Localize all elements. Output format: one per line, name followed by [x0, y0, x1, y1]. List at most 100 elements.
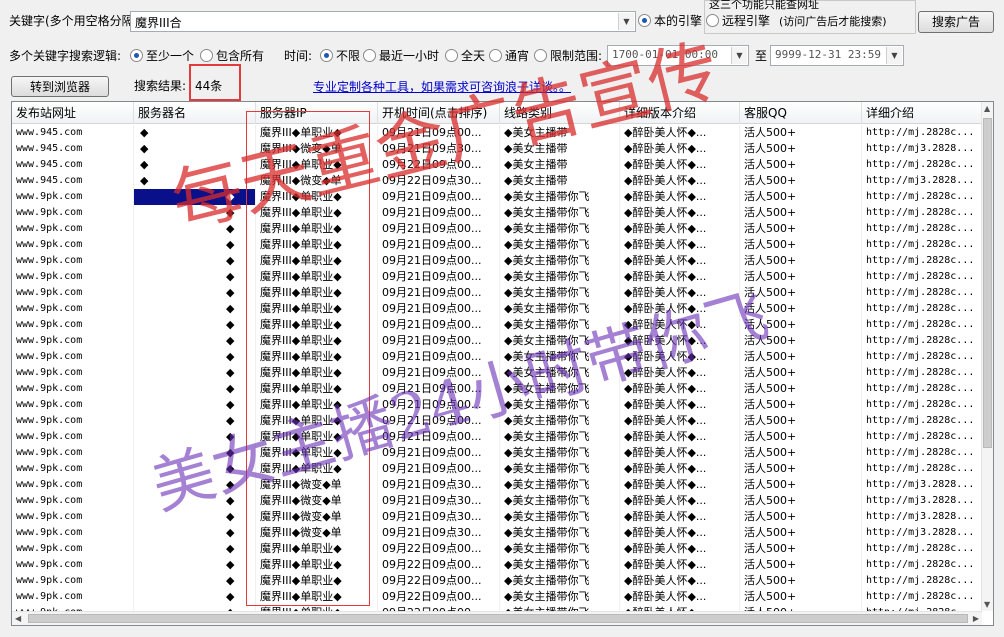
cell-line-type: ◆美女主播带你飞 [500, 349, 620, 365]
cell-detail-url: http://mj3.2828... [862, 477, 982, 493]
date-to-picker[interactable]: 9999-12-31 23:59 ▼ [770, 45, 904, 66]
col-site-url-header[interactable]: 发布站网址 [12, 102, 134, 124]
table-row[interactable]: www.9pk.com ◆ 魔界III◆微变◆单 09月21日09点30... ◆美女主… [12, 509, 982, 525]
logic-all-radio[interactable]: 包含所有 [200, 48, 264, 64]
date-from-value[interactable]: 1700-01-01 00:00 [612, 48, 718, 61]
cell-start-time: 09月21日09点30... [378, 525, 500, 541]
table-row[interactable]: www.9pk.com ◆ 魔界III◆单职业◆ 09月21日09点00... ◆美女主… [12, 381, 982, 397]
table-row[interactable]: www.9pk.com ◆ 魔界III◆单职业◆ 09月21日09点00... ◆美女主… [12, 301, 982, 317]
cell-server-name: ◆ [134, 381, 256, 397]
table-row[interactable]: www.9pk.com ◆ 魔界III◆单职业◆ 09月21日09点00... ◆美女主… [12, 397, 982, 413]
table-row[interactable]: www.9pk.com ◆ 魔界III◆单职业◆ 09月21日09点00... ◆美女主… [12, 445, 982, 461]
date-to-value[interactable]: 9999-12-31 23:59 [775, 48, 881, 61]
table-row[interactable]: www.9pk.com ◆ 魔界III◆微变◆单 09月21日09点30... ◆美女主… [12, 477, 982, 493]
radio-icon [638, 14, 651, 27]
cell-server-name: ◆ [134, 253, 256, 269]
scroll-left-icon[interactable]: ◀ [15, 614, 21, 623]
table-row[interactable]: www.945.com ◆ 魔界III◆单职业◆ 09月21日09点00... ◆美女主… [12, 125, 982, 141]
table-row[interactable]: www.9pk.com ◆ 魔界III◆单职业◆ 09月21日09点00... ◆美女主… [12, 189, 982, 205]
table-row[interactable]: www.9pk.com◆魔界III◆单职业◆09月22日09点00...◆美女主… [12, 557, 982, 573]
table-row[interactable]: www.9pk.com ◆ 魔界III◆单职业◆ 09月21日09点00... ◆美女主… [12, 205, 982, 221]
time-hour-radio[interactable]: 最近一小时 [363, 48, 439, 64]
cell-detail-url: http://mj.2828c... [862, 381, 982, 397]
time-range-radio[interactable]: 限制范围: [534, 48, 602, 64]
logic-any-radio[interactable]: 至少一个 [130, 48, 194, 64]
cell-site-url: www.9pk.com [12, 557, 134, 573]
cell-server-name: ◆ [134, 429, 256, 445]
cell-detail-url: http://mj.2828c... [862, 445, 982, 461]
table-row[interactable]: www.945.com ◆ 魔界III◆微变◆单 09月21日09点30... ◆美女主… [12, 141, 982, 157]
table-row[interactable]: www.9pk.com ◆ 魔界III◆微变◆单 09月21日09点30... ◆美女主… [12, 525, 982, 541]
vertical-scrollbar[interactable]: ▲ ▼ [981, 102, 993, 611]
calendar-dropdown-icon[interactable]: ▼ [731, 47, 747, 64]
keyword-combo[interactable]: 魔界III合 ▼ [130, 11, 636, 32]
cell-qq: 活人500+ [740, 189, 862, 205]
table-row[interactable]: www.9pk.com ◆ 魔界III◆单职业◆ 09月21日09点00... ◆美女主… [12, 461, 982, 477]
cell-qq: 活人500+ [740, 429, 862, 445]
table-row[interactable]: www.9pk.com ◆ 魔界III◆单职业◆ 09月21日09点00... ◆美女主… [12, 333, 982, 349]
cell-site-url: www.9pk.com [12, 541, 134, 557]
table-row[interactable]: www.945.com ◆ 魔界III◆微变◆单 09月22日09点30... ◆美女主… [12, 173, 982, 189]
search-ads-button[interactable]: 搜索广告 [918, 11, 994, 33]
table-row[interactable]: www.9pk.com ◆ 魔界III◆微变◆单 09月21日09点30... ◆美女主… [12, 493, 982, 509]
col-version-header[interactable]: 详细版本介绍 [620, 102, 740, 124]
col-line-type-header[interactable]: 线路类别 [500, 102, 620, 124]
keyword-value[interactable]: 魔界III合 [135, 14, 182, 31]
scroll-down-icon[interactable]: ▼ [984, 600, 990, 609]
date-from-picker[interactable]: 1700-01-01 00:00 ▼ [607, 45, 749, 66]
go-to-browser-button[interactable]: 转到浏览器 [11, 76, 109, 97]
cell-version: ◆醉卧美人怀◆... [620, 445, 740, 461]
cell-qq: 活人500+ [740, 493, 862, 509]
time-overnight-radio[interactable]: 通宵 [489, 48, 529, 64]
cell-qq: 活人500+ [740, 365, 862, 381]
table-row[interactable]: www.9pk.com ◆ 魔界III◆单职业◆ 09月21日09点00... ◆美女主… [12, 317, 982, 333]
table-row[interactable]: www.9pk.com ◆ 魔界III◆单职业◆ 09月21日09点00... ◆美女主… [12, 221, 982, 237]
table-row[interactable]: www.9pk.com ◆ 魔界III◆单职业◆ 09月21日09点00... ◆美女主… [12, 237, 982, 253]
table-row[interactable]: www.9pk.com ◆ 魔界III◆单职业◆ 09月21日09点00... ◆美女主… [12, 269, 982, 285]
engine-local-radio[interactable]: 本的引擎 [638, 13, 702, 29]
table-row[interactable]: www.9pk.com◆魔界III◆单职业◆09月22日09点00...◆美女主… [12, 541, 982, 557]
col-server-name-header[interactable]: 服务器名 [134, 102, 256, 124]
table-row[interactable]: www.9pk.com ◆ 魔界III◆单职业◆ 09月21日09点00... ◆美女主… [12, 413, 982, 429]
horizontal-scrollbar[interactable]: ◀ ▶ [12, 611, 982, 625]
cell-site-url: www.9pk.com [12, 493, 134, 509]
cell-site-url: www.9pk.com [12, 365, 134, 381]
chevron-down-icon[interactable]: ▼ [618, 13, 634, 30]
table-row[interactable]: www.9pk.com ◆ 魔界III◆单职业◆ 09月21日09点00... ◆美女主… [12, 429, 982, 445]
time-day-radio[interactable]: 全天 [445, 48, 485, 64]
keyword-label: 关键字(多个用空格分隔) [9, 14, 139, 28]
calendar-dropdown-icon[interactable]: ▼ [886, 47, 902, 64]
col-qq-header[interactable]: 客服QQ [740, 102, 862, 124]
cell-server-name: ◆ [134, 157, 256, 173]
cell-server-name: ◆ [134, 269, 256, 285]
cell-detail-url: http://mj.2828c... [862, 301, 982, 317]
cell-line-type: ◆美女主播带你飞 [500, 317, 620, 333]
table-row[interactable]: www.945.com ◆ 魔界III◆单职业◆ 09月22日09点00... ◆美女主… [12, 157, 982, 173]
scroll-right-icon[interactable]: ▶ [973, 614, 979, 623]
cell-line-type: ◆美女主播带你飞 [500, 253, 620, 269]
promo-link[interactable]: 专业定制各种工具，如果需求可咨询浪子详谈。。 [313, 78, 571, 95]
cell-server-name: ◆ [134, 413, 256, 429]
cell-line-type: ◆美女主播带你飞 [500, 365, 620, 381]
table-row[interactable]: www.9pk.com ◆ 魔界III◆单职业◆ 09月21日09点00... ◆美女主… [12, 365, 982, 381]
cell-qq: 活人500+ [740, 349, 862, 365]
cell-detail-url: http://mj.2828c... [862, 269, 982, 285]
cell-version: ◆醉卧美人怀◆... [620, 157, 740, 173]
table-row[interactable]: www.9pk.com ◆ 魔界III◆单职业◆ 09月21日09点00... ◆美女主… [12, 285, 982, 301]
col-detail-header[interactable]: 详细介绍 [862, 102, 982, 124]
table-row[interactable]: www.9pk.com◆魔界III◆单职业◆09月22日09点00...◆美女主… [12, 573, 982, 589]
vertical-scroll-thumb[interactable] [983, 118, 992, 448]
horizontal-scroll-thumb[interactable] [28, 614, 968, 623]
cell-start-time: 09月21日09点30... [378, 493, 500, 509]
table-row[interactable]: www.9pk.com ◆ 魔界III◆单职业◆ 09月21日09点00... ◆美女主… [12, 349, 982, 365]
table-row[interactable]: www.9pk.com ◆ 魔界III◆单职业◆ 09月21日09点00... ◆美女主… [12, 253, 982, 269]
cell-qq: 活人500+ [740, 509, 862, 525]
cell-qq: 活人500+ [740, 221, 862, 237]
cell-version: ◆醉卧美人怀◆... [620, 429, 740, 445]
cell-version: ◆醉卧美人怀◆... [620, 541, 740, 557]
scroll-up-icon[interactable]: ▲ [984, 104, 990, 113]
table-row[interactable]: www.9pk.com◆魔界III◆单职业◆09月22日09点00...◆美女主… [12, 589, 982, 605]
time-unlimited-radio[interactable]: 不限 [320, 48, 360, 64]
notice-text: (访问广告后才能搜索) [779, 15, 887, 28]
col-start-time-header[interactable]: 开机时间(点击排序) [378, 102, 500, 124]
